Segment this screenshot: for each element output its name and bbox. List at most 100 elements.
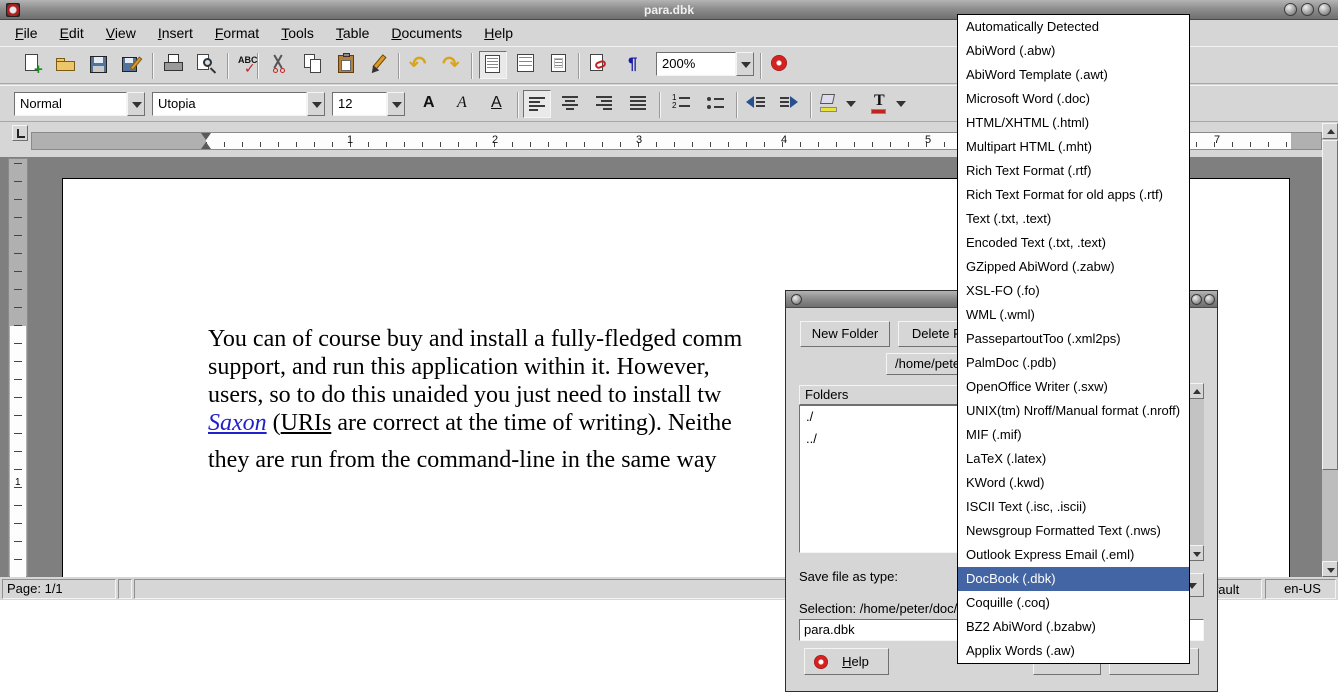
menu-insert[interactable]: Insert (147, 21, 204, 46)
italic-button[interactable]: A (449, 90, 477, 118)
increase-indent-button[interactable] (776, 90, 804, 118)
file-type-option[interactable]: OpenOffice Writer (.sxw) (958, 375, 1189, 399)
style-value[interactable]: Normal (14, 92, 127, 116)
file-type-option[interactable]: PalmDoc (.pdb) (958, 351, 1189, 375)
font-color-dropdown[interactable] (894, 90, 909, 118)
justify-button[interactable] (625, 90, 653, 118)
save-button[interactable] (85, 51, 113, 79)
show-formatting-marks-button[interactable]: ¶ (620, 51, 648, 79)
file-type-option[interactable]: UNIX(tm) Nroff/Manual format (.nroff) (958, 399, 1189, 423)
decrease-indent-button[interactable] (742, 90, 770, 118)
redo-button[interactable]: ↷ (439, 51, 467, 79)
undo-button[interactable]: ↶ (406, 51, 434, 79)
style-dropdown-button[interactable] (127, 92, 145, 116)
file-type-dropdown[interactable]: Automatically DetectedAbiWord (.abw)AbiW… (957, 14, 1190, 664)
align-right-button[interactable] (591, 90, 619, 118)
file-type-option[interactable]: Applix Words (.aw) (958, 639, 1189, 663)
align-center-button[interactable] (557, 90, 585, 118)
first-line-indent-marker[interactable] (201, 133, 211, 140)
dialog-close-button[interactable] (1204, 294, 1215, 305)
folder-item[interactable]: ../ (800, 428, 978, 450)
open-button[interactable] (52, 51, 80, 79)
left-indent-marker[interactable] (201, 142, 211, 149)
files-scroll-down-button[interactable] (1188, 545, 1204, 561)
dialog-maximize-button[interactable] (1191, 294, 1202, 305)
bullet-list-button[interactable] (702, 90, 730, 118)
zoom-dropdown-button[interactable] (736, 52, 754, 76)
file-type-option[interactable]: Newsgroup Formatted Text (.nws) (958, 519, 1189, 543)
new-document-button[interactable]: + (19, 51, 47, 79)
highlight-color-button[interactable] (816, 90, 844, 118)
numbered-list-button[interactable]: 1 2 (668, 90, 696, 118)
file-type-option[interactable]: Coquille (.coq) (958, 591, 1189, 615)
view-print-layout-button[interactable] (546, 51, 574, 79)
file-type-option[interactable]: HTML/XHTML (.html) (958, 111, 1189, 135)
menu-view[interactable]: View (95, 21, 147, 46)
abiword-logo-button[interactable] (766, 51, 794, 79)
view-web-button[interactable] (513, 51, 541, 79)
file-type-option[interactable]: Outlook Express Email (.eml) (958, 543, 1189, 567)
folders-list-header[interactable]: Folders (799, 385, 979, 405)
file-type-option[interactable]: WML (.wml) (958, 303, 1189, 327)
minimize-button[interactable] (1284, 3, 1297, 16)
file-type-option[interactable]: Microsoft Word (.doc) (958, 87, 1189, 111)
style-combobox[interactable]: Normal (14, 92, 145, 116)
file-type-option[interactable]: Encoded Text (.txt, .text) (958, 231, 1189, 255)
menu-documents[interactable]: Documents (380, 21, 473, 46)
menu-help[interactable]: Help (473, 21, 524, 46)
print-preview-button[interactable] (193, 51, 221, 79)
bold-button[interactable]: A (415, 90, 443, 118)
file-type-option[interactable]: Text (.txt, .text) (958, 207, 1189, 231)
files-scroll-up-button[interactable] (1188, 383, 1204, 399)
menu-file[interactable]: File (4, 21, 49, 46)
zoom-combobox[interactable]: 200% (656, 52, 754, 76)
save-as-button[interactable] (118, 51, 146, 79)
vertical-scrollbar[interactable] (1322, 123, 1338, 577)
file-type-option[interactable]: XSL-FO (.fo) (958, 279, 1189, 303)
file-type-option[interactable]: Rich Text Format (.rtf) (958, 159, 1189, 183)
folders-listbox[interactable]: ./ ../ (799, 405, 979, 553)
file-type-option[interactable]: Automatically Detected (958, 15, 1189, 39)
file-type-option[interactable]: Rich Text Format for old apps (.rtf) (958, 183, 1189, 207)
file-type-option[interactable]: GZipped AbiWord (.zabw) (958, 255, 1189, 279)
highlight-color-dropdown[interactable] (844, 90, 859, 118)
menu-tools[interactable]: Tools (270, 21, 325, 46)
font-combobox[interactable]: Utopia (152, 92, 325, 116)
format-painter-button[interactable] (366, 51, 394, 79)
file-type-option[interactable]: KWord (.kwd) (958, 471, 1189, 495)
scroll-up-button[interactable] (1322, 123, 1338, 139)
close-button[interactable] (1318, 3, 1331, 16)
font-size-combobox[interactable]: 12 (332, 92, 405, 116)
font-size-dropdown-button[interactable] (387, 92, 405, 116)
help-button[interactable]: Help (804, 648, 889, 675)
cut-button[interactable] (265, 51, 293, 79)
font-dropdown-button[interactable] (307, 92, 325, 116)
underline-button[interactable]: A (483, 90, 511, 118)
folder-item[interactable]: ./ (800, 406, 978, 428)
menu-format[interactable]: Format (204, 21, 270, 46)
maximize-button[interactable] (1301, 3, 1314, 16)
file-type-option[interactable]: ISCII Text (.isc, .iscii) (958, 495, 1189, 519)
tab-selector-button[interactable] (12, 125, 28, 141)
font-color-button[interactable]: T (866, 90, 894, 118)
menu-table[interactable]: Table (325, 21, 380, 46)
file-type-option[interactable]: AbiWord Template (.awt) (958, 63, 1189, 87)
file-type-option[interactable]: MIF (.mif) (958, 423, 1189, 447)
insert-hyperlink-button[interactable] (586, 51, 614, 79)
font-value[interactable]: Utopia (152, 92, 307, 116)
copy-button[interactable] (300, 51, 328, 79)
scrollbar-thumb[interactable] (1322, 140, 1338, 470)
file-type-option[interactable]: AbiWord (.abw) (958, 39, 1189, 63)
font-size-value[interactable]: 12 (332, 92, 387, 116)
menu-edit[interactable]: Edit (49, 21, 95, 46)
zoom-value[interactable]: 200% (656, 52, 736, 76)
print-button[interactable] (160, 51, 188, 79)
file-type-option[interactable]: DocBook (.dbk) (958, 567, 1189, 591)
new-folder-button[interactable]: New Folder (800, 321, 890, 347)
file-type-option[interactable]: PassepartoutToo (.xml2ps) (958, 327, 1189, 351)
file-type-option[interactable]: LaTeX (.latex) (958, 447, 1189, 471)
scroll-down-button[interactable] (1322, 561, 1338, 577)
view-normal-button[interactable] (479, 51, 507, 79)
file-type-option[interactable]: BZ2 AbiWord (.bzabw) (958, 615, 1189, 639)
saxon-hyperlink[interactable]: Saxon (208, 410, 267, 436)
